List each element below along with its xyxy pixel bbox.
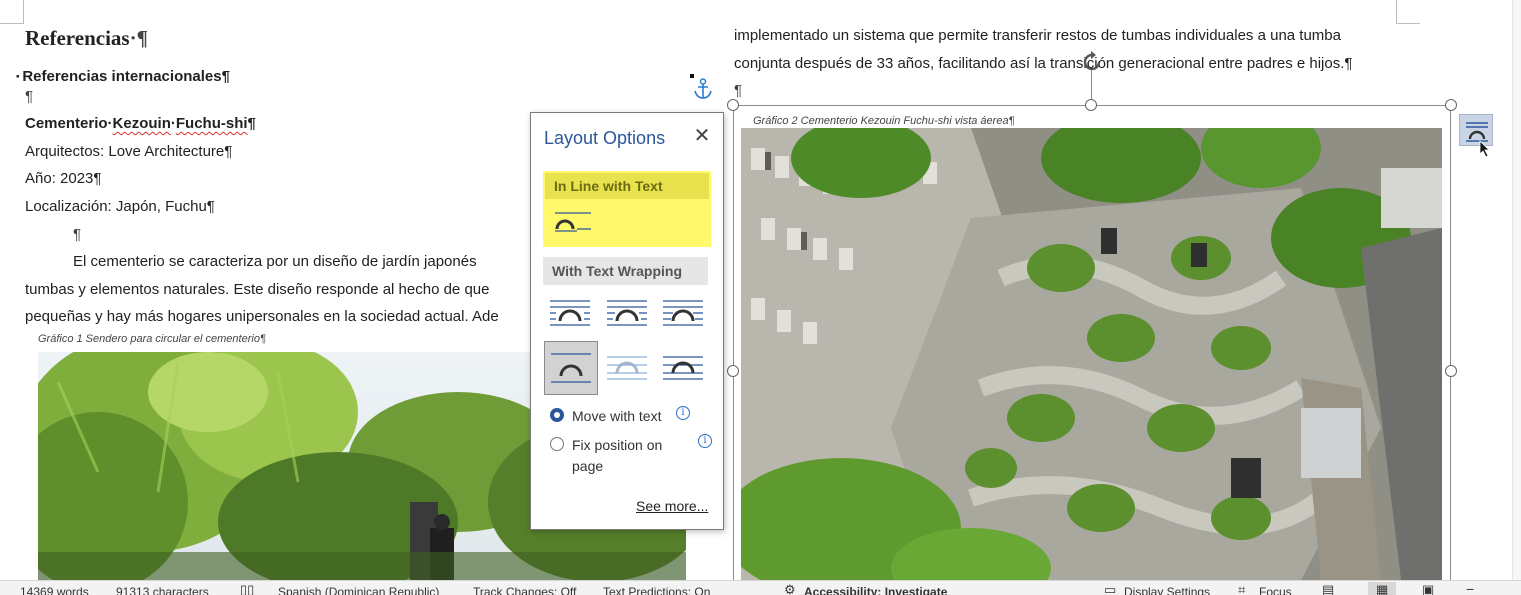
see-more-link[interactable]: See more... bbox=[636, 498, 708, 514]
focus-icon[interactable]: ⌗ bbox=[1238, 582, 1245, 595]
resize-handle-middle-right[interactable] bbox=[1445, 365, 1457, 377]
body-paragraph-line-3[interactable]: pequeñas y hay más hogares unipersonales… bbox=[25, 308, 499, 325]
empty-paragraph[interactable]: ¶ bbox=[25, 88, 33, 105]
wrap-tight-option[interactable] bbox=[601, 291, 653, 339]
layout-options-panel[interactable]: Layout Options ✕ In Line with Text With … bbox=[530, 112, 724, 530]
character-count[interactable]: 91313 characters bbox=[116, 585, 209, 595]
display-settings-icon[interactable]: ▭ bbox=[1104, 582, 1116, 595]
wrap-top-bottom-icon bbox=[551, 353, 591, 383]
fix-position-label[interactable]: Fix position on bbox=[572, 437, 662, 453]
wrap-in-front-of-text-option[interactable] bbox=[657, 343, 709, 391]
print-layout-icon[interactable]: ▦ bbox=[1368, 582, 1397, 595]
read-mode-icon[interactable]: ▤ bbox=[1322, 582, 1334, 595]
wrap-through-option[interactable] bbox=[657, 291, 709, 339]
resize-handle-top-left[interactable] bbox=[727, 99, 739, 111]
wrap-tight-icon bbox=[607, 300, 647, 326]
wrap-square-option[interactable] bbox=[544, 291, 596, 339]
heading-referencias[interactable]: Referencias·¶ bbox=[25, 26, 148, 51]
accessibility-status[interactable]: Accessibility: Investigate bbox=[804, 585, 947, 595]
anchor-icon[interactable] bbox=[693, 78, 713, 100]
page-corner-mark-right bbox=[1396, 0, 1420, 24]
inline-with-text-header: In Line with Text bbox=[545, 173, 709, 199]
right-text-line-1[interactable]: implementado un sistema que permite tran… bbox=[734, 27, 1341, 44]
figure-1-caption[interactable]: Gráfico 1 Sendero para circular el cemen… bbox=[38, 333, 266, 345]
body-paragraph-line-1[interactable]: El cementerio se caracteriza por un dise… bbox=[73, 253, 477, 270]
move-with-text-radio[interactable] bbox=[550, 408, 564, 422]
right-empty-paragraph[interactable]: ¶ bbox=[734, 82, 742, 99]
resize-handle-middle-left[interactable] bbox=[727, 365, 739, 377]
document-scrollbar[interactable] bbox=[1512, 0, 1521, 580]
figure-2-caption[interactable]: Gráfico 2 Cementerio Kezouin Fuchu-shi v… bbox=[753, 115, 1015, 127]
book-icon[interactable]: ▯▯ bbox=[240, 582, 254, 595]
resize-handle-top-center[interactable] bbox=[1085, 99, 1097, 111]
resize-handle-top-right[interactable] bbox=[1445, 99, 1457, 111]
body-paragraph-line-2[interactable]: tumbas y elementos naturales. Este diseñ… bbox=[25, 281, 489, 298]
display-settings-button[interactable]: Display Settings bbox=[1124, 585, 1210, 595]
project-title[interactable]: Cementerio·Kezouin·Fuchu-shi¶ bbox=[25, 115, 256, 132]
fix-position-radio[interactable] bbox=[550, 437, 564, 451]
project-year[interactable]: Año: 2023¶ bbox=[25, 170, 101, 187]
layout-options-title: Layout Options bbox=[544, 128, 666, 148]
with-text-wrapping-header: With Text Wrapping bbox=[543, 257, 708, 285]
wrap-top-bottom-option[interactable] bbox=[544, 341, 598, 395]
info-icon[interactable]: i bbox=[676, 406, 690, 420]
accessibility-icon[interactable]: ⚙ bbox=[784, 582, 796, 595]
subheading-referencias-internacionales[interactable]: ▪ Referencias internacionales¶ bbox=[16, 68, 230, 85]
project-location[interactable]: Localización: Japón, Fuchu¶ bbox=[25, 198, 215, 215]
wrap-in-front-of-text-icon bbox=[663, 356, 703, 380]
fix-position-label-line-2[interactable]: page bbox=[572, 458, 603, 474]
inline-with-text-icon bbox=[555, 212, 591, 232]
zoom-out-icon[interactable]: − bbox=[1466, 581, 1474, 595]
word-count[interactable]: 14369 words bbox=[20, 585, 89, 595]
rotate-handle-icon[interactable] bbox=[1080, 50, 1104, 74]
info-icon[interactable]: i bbox=[698, 434, 712, 448]
wrap-through-icon bbox=[663, 300, 703, 326]
wrap-behind-text-icon bbox=[607, 356, 647, 380]
empty-paragraph-indented[interactable]: ¶ bbox=[73, 226, 81, 243]
wrap-square-icon bbox=[550, 300, 590, 326]
language-indicator[interactable]: Spanish (Dominican Republic) bbox=[278, 585, 439, 595]
project-architects[interactable]: Arquitectos: Love Architecture¶ bbox=[25, 143, 232, 160]
inline-with-text-option[interactable] bbox=[547, 201, 599, 249]
figure-2-photo-artwork bbox=[741, 128, 1442, 580]
inline-with-text-section: In Line with Text bbox=[543, 171, 711, 247]
wrap-behind-text-option[interactable] bbox=[601, 343, 653, 391]
web-layout-icon[interactable]: ▣ bbox=[1422, 582, 1434, 595]
close-icon[interactable]: ✕ bbox=[691, 125, 713, 147]
text-predictions-status[interactable]: Text Predictions: On bbox=[603, 585, 710, 595]
right-text-line-2[interactable]: conjunta después de 33 años, facilitando… bbox=[734, 55, 1352, 72]
mouse-cursor-icon bbox=[1479, 140, 1491, 158]
status-bar: 14369 words 91313 characters ▯▯ Spanish … bbox=[0, 580, 1521, 595]
page-corner-mark-left bbox=[0, 0, 24, 24]
track-changes-status[interactable]: Track Changes: Off bbox=[473, 585, 576, 595]
move-with-text-label[interactable]: Move with text bbox=[572, 408, 661, 424]
figure-2-photo-aerial-cemetery[interactable] bbox=[741, 128, 1442, 580]
focus-button[interactable]: Focus bbox=[1259, 585, 1292, 595]
